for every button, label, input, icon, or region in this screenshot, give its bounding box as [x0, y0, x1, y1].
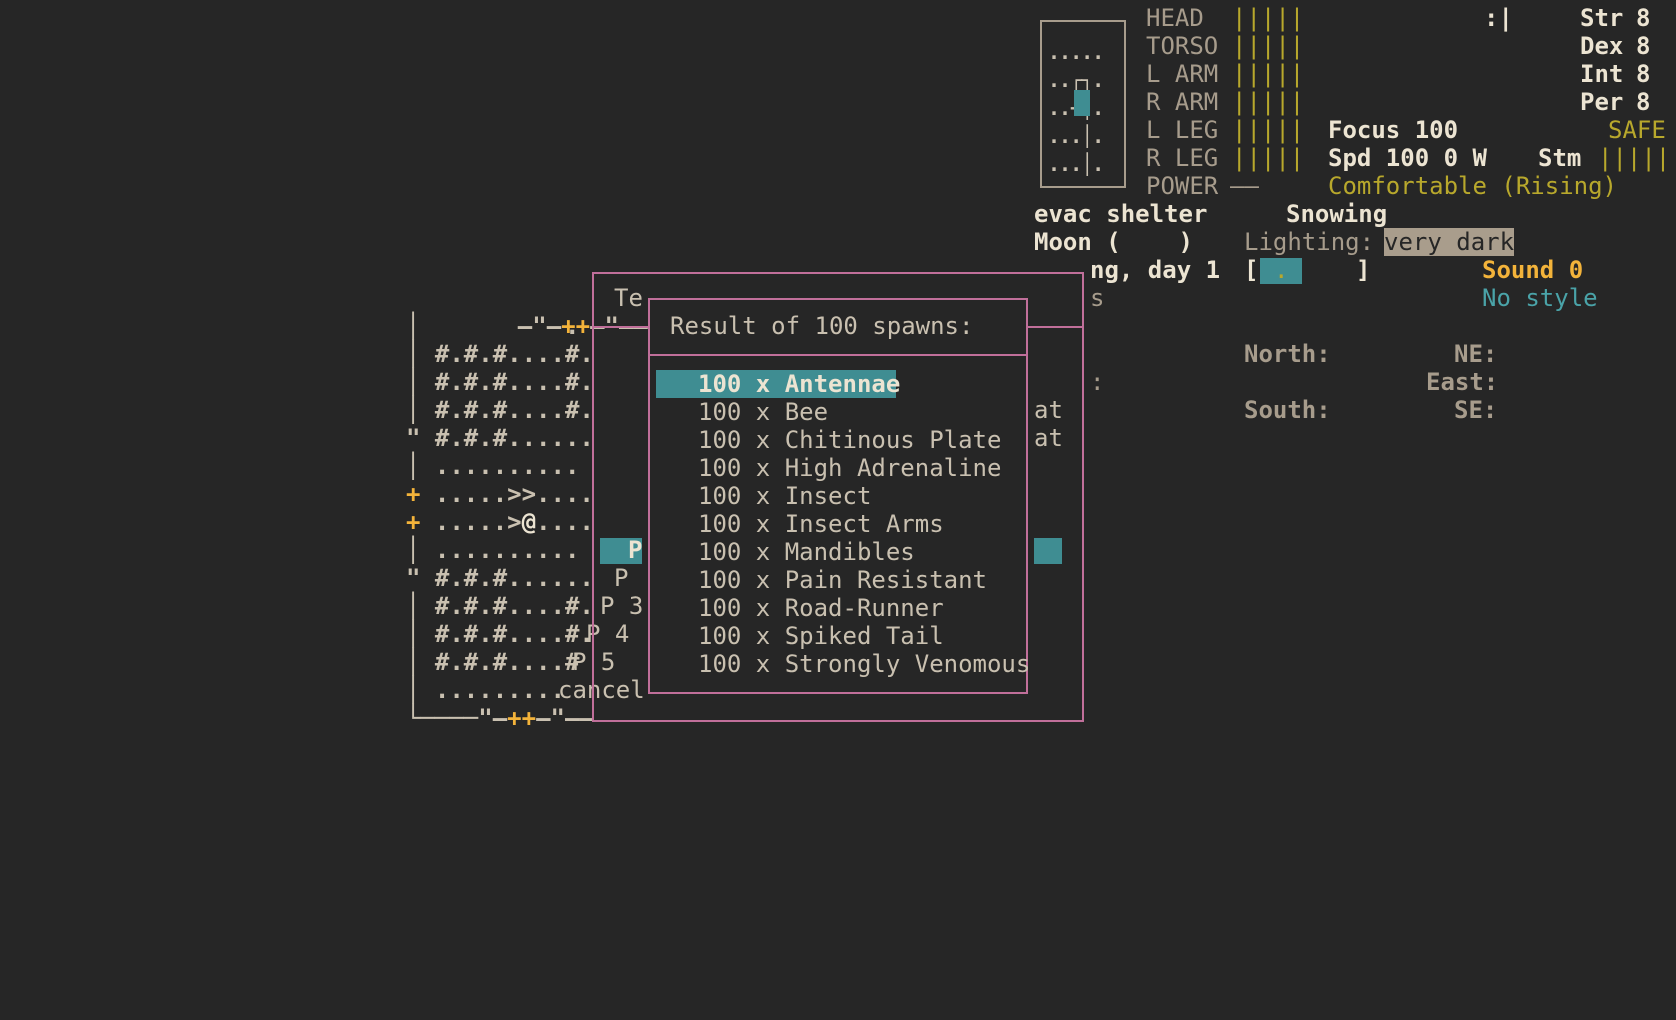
- stat-int-label: Int: [1580, 60, 1624, 88]
- spawn-result-item[interactable]: 100 x Chitinous Plate: [698, 426, 1001, 454]
- stat-dex-label: Dex: [1580, 32, 1624, 60]
- bodypart-rleg-bar: |||||: [1232, 144, 1305, 172]
- focus-readout: Focus 100: [1328, 116, 1459, 144]
- map-row: │ #.#.#....#.: [406, 396, 594, 424]
- map-row: │ #.#.#....#: [406, 648, 580, 676]
- bodypart-head-label: HEAD: [1146, 4, 1204, 32]
- spawn-result-item[interactable]: 100 x Insect: [698, 482, 871, 510]
- partial-text-colon: :: [1090, 368, 1105, 396]
- spawn-result-item[interactable]: 100 x Insect Arms: [698, 510, 944, 538]
- mood-face: :|: [1484, 4, 1513, 32]
- map-row: │ #.#.#....#.: [406, 592, 594, 620]
- speed-readout: Spd 100 0 W: [1328, 144, 1487, 172]
- spawn-results-title: Result of 100 spawns:: [670, 312, 974, 340]
- player-glyph: @: [521, 508, 537, 536]
- bodypart-rleg-label: R LEG: [1146, 144, 1219, 172]
- compass-north: North:: [1244, 340, 1331, 368]
- map-row: │ #.#.#....#.: [406, 368, 594, 396]
- door-glyph: +: [406, 480, 421, 508]
- lighting-label: Lighting:: [1244, 228, 1375, 256]
- door-glyph: +: [406, 508, 421, 536]
- wield-bracket-close: ]: [1356, 256, 1371, 284]
- spawn-result-item[interactable]: 100 x Spiked Tail: [698, 622, 944, 650]
- minimap-player-marker: [1074, 90, 1090, 116]
- spawn-results-header-divider: [648, 354, 1028, 356]
- bodypart-torso-bar: |||||: [1232, 32, 1305, 60]
- temperature-status: Comfortable (Rising): [1328, 172, 1617, 200]
- spawn-result-item[interactable]: 100 x High Adrenaline: [698, 454, 1001, 482]
- stat-int-value: 8: [1636, 60, 1651, 88]
- compass-ne: NE:: [1454, 340, 1498, 368]
- bodypart-larm-label: L ARM: [1146, 60, 1219, 88]
- wield-bracket-open: [: [1244, 256, 1259, 284]
- map-row: + .....>@....: [406, 508, 594, 536]
- spawn-result-item[interactable]: 100 x Pain Resistant: [698, 566, 987, 594]
- stamina-label: Stm: [1538, 144, 1582, 172]
- map-row: + .....>>....: [406, 480, 594, 508]
- bodypart-torso-label: TORSO: [1146, 32, 1219, 60]
- stat-per-value: 8: [1636, 88, 1651, 116]
- minimap-row: ...│.: [1048, 152, 1104, 176]
- bodypart-larm-bar: |||||: [1232, 60, 1305, 88]
- map-row: " #.#.#......: [406, 564, 594, 592]
- stat-per-label: Per: [1580, 88, 1624, 116]
- game-screen: ..... ..┌┐. ..+│. ...│. ...│. HEAD |||||…: [0, 0, 1676, 1020]
- compass-east: East:: [1426, 368, 1499, 396]
- sound-level: Sound 0: [1482, 256, 1584, 284]
- map-row: │ #.#.#....#.: [406, 340, 594, 368]
- map-row: │ .: [406, 312, 580, 340]
- stamina-bar: |||||: [1598, 144, 1671, 172]
- spawn-result-item[interactable]: 100 x Road-Runner: [698, 594, 944, 622]
- date-readout: ng, day 1: [1090, 256, 1221, 284]
- minimap-row: .....: [1048, 40, 1104, 64]
- bodypart-head-bar: |||||: [1232, 4, 1305, 32]
- bodypart-rarm-bar: |||||: [1232, 88, 1305, 116]
- stat-str-label: Str: [1580, 4, 1624, 32]
- compass-south: South:: [1244, 396, 1331, 424]
- bodypart-rarm-label: R ARM: [1146, 88, 1219, 116]
- location-name: evac shelter: [1034, 200, 1208, 228]
- map-row: │ ..........: [406, 536, 580, 564]
- door-glyph: ++: [507, 704, 537, 732]
- map-row: │ ..........: [406, 452, 580, 480]
- power-bar: ——: [1230, 172, 1259, 200]
- stat-str-value: 8: [1636, 4, 1651, 32]
- moon-phase: Moon ( ): [1034, 228, 1193, 256]
- power-label: POWER: [1146, 172, 1219, 200]
- lighting-value: very dark: [1384, 228, 1515, 256]
- martial-style: No style: [1482, 284, 1598, 312]
- map-row: │ .........: [406, 676, 565, 704]
- spawn-result-item[interactable]: 100 x Strongly Venomous: [698, 650, 1030, 678]
- wielded-item-glyph: .: [1274, 256, 1289, 284]
- minimap-row: ...│.: [1048, 124, 1104, 148]
- stat-dex-value: 8: [1636, 32, 1651, 60]
- map-row: " #.#.#......: [406, 424, 594, 452]
- partial-text-s: s: [1090, 284, 1105, 312]
- spawn-result-item[interactable]: 100 x Mandibles: [698, 538, 915, 566]
- bodypart-lleg-label: L LEG: [1146, 116, 1219, 144]
- spawn-result-item[interactable]: 100 x Antennae: [698, 370, 900, 398]
- outer-dialog-title: Te: [614, 284, 643, 312]
- safe-mode-indicator: SAFE: [1608, 116, 1666, 144]
- compass-se: SE:: [1454, 396, 1498, 424]
- weather-status: Snowing: [1286, 200, 1388, 228]
- map-bottom-wall: └────"—++—"——: [406, 704, 594, 732]
- map-row: │ #.#.#....#.: [406, 620, 594, 648]
- spawn-result-item[interactable]: 100 x Bee: [698, 398, 828, 426]
- bodypart-lleg-bar: |||||: [1232, 116, 1305, 144]
